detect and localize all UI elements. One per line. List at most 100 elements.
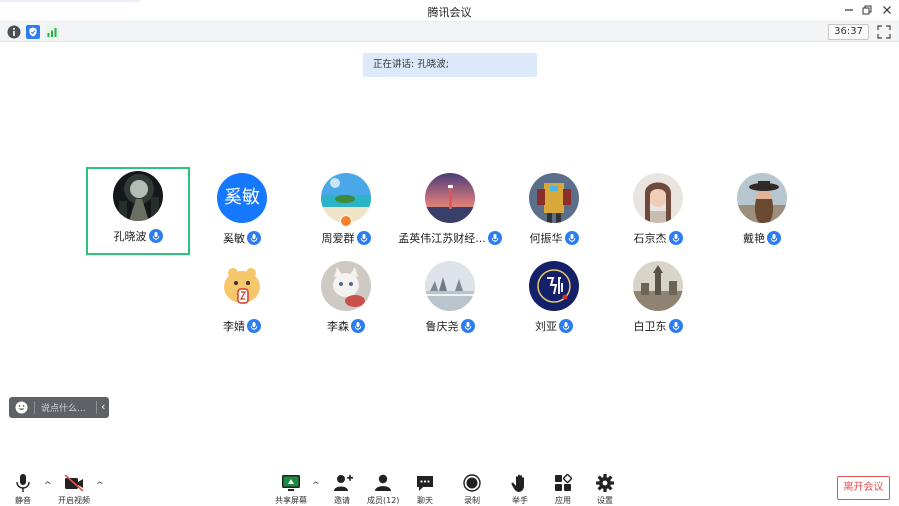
- avatar: [113, 171, 163, 221]
- chat-label: 聊天: [417, 496, 433, 505]
- share-screen-button[interactable]: 共享屏幕: [275, 473, 307, 506]
- share-screen-icon: [282, 475, 300, 491]
- participant-tile[interactable]: 周爱群: [294, 169, 398, 257]
- mute-label: 静音: [15, 496, 31, 505]
- participant-tile[interactable]: 李婧: [190, 257, 294, 345]
- chevron-left-icon[interactable]: ‹: [101, 400, 105, 413]
- participant-tile[interactable]: 何振华: [502, 169, 606, 257]
- divider: [96, 401, 97, 414]
- security-shield-icon[interactable]: [26, 25, 40, 39]
- avatar: [633, 261, 683, 311]
- apps-icon: [555, 473, 573, 491]
- share-screen-label: 共享屏幕: [275, 496, 307, 505]
- raise-hand-icon: [511, 474, 524, 492]
- apps-button[interactable]: 应用: [552, 473, 574, 506]
- window-title: 腾讯会议: [427, 6, 472, 19]
- microphone-icon: [668, 231, 683, 245]
- avatar: [217, 261, 267, 311]
- avatar: [529, 173, 579, 223]
- participant-name: 周爱群: [321, 232, 355, 245]
- participant-name: 李森: [327, 320, 349, 333]
- participant-tile[interactable]: 鲁庆尧: [398, 257, 502, 345]
- participant-tile[interactable]: 孔晓波: [86, 167, 190, 255]
- participant-tile[interactable]: 孟英伟江苏财经...: [397, 169, 503, 257]
- restore-button[interactable]: [858, 2, 876, 20]
- participant-name: 孟英伟江苏财经...: [398, 232, 486, 245]
- mute-button[interactable]: 静音: [12, 473, 34, 506]
- microphone-icon: [487, 231, 502, 245]
- participant-tile[interactable]: 李森: [294, 257, 398, 345]
- avatar: [529, 261, 579, 311]
- microphone-icon: [668, 319, 683, 333]
- avatar: [737, 173, 787, 223]
- participant-name: 石京杰: [633, 232, 667, 245]
- participant-name: 白卫东: [633, 320, 667, 333]
- info-icon[interactable]: [7, 25, 21, 39]
- settings-label: 设置: [597, 496, 613, 505]
- participant-tile[interactable]: 奚敏 奚敏: [190, 169, 294, 257]
- microphone-icon: [564, 231, 579, 245]
- close-icon: [883, 6, 891, 14]
- apps-label: 应用: [555, 496, 571, 505]
- status-bar: 36:37: [0, 22, 899, 42]
- record-button[interactable]: 录制: [461, 473, 483, 506]
- avatar: [633, 173, 683, 223]
- members-button[interactable]: 成员(12): [367, 473, 399, 506]
- speaking-banner: 正在讲话: 孔晓波;: [363, 53, 537, 77]
- microphone-icon: [351, 319, 365, 333]
- chevron-up-icon[interactable]: ^: [312, 481, 320, 491]
- invite-button[interactable]: 邀请: [331, 473, 353, 506]
- participant-tile[interactable]: 石京杰: [606, 169, 710, 257]
- restore-icon: [862, 5, 872, 15]
- participant-tile[interactable]: 白卫东: [606, 257, 710, 345]
- members-label: 成员(12): [367, 496, 400, 505]
- invite-icon: [334, 474, 353, 491]
- participant-tile[interactable]: 戴艳: [710, 169, 814, 257]
- participant-name: 奚敏: [223, 232, 245, 245]
- signal-strength-icon[interactable]: [45, 25, 59, 39]
- minimize-icon: [845, 9, 853, 11]
- invite-label: 邀请: [334, 496, 350, 505]
- title-accent: [0, 0, 140, 2]
- microphone-icon: [460, 319, 475, 333]
- participant-name: 何振华: [529, 232, 563, 245]
- chevron-up-icon[interactable]: ^: [96, 481, 104, 491]
- participant-tile[interactable]: 刘亚: [502, 257, 606, 345]
- avatar: [425, 261, 475, 311]
- chat-icon: [417, 476, 433, 491]
- record-label: 录制: [464, 496, 480, 505]
- start-video-button[interactable]: 开启视频: [58, 473, 90, 506]
- meeting-timer: 36:37: [828, 24, 869, 40]
- participant-name: 李婧: [223, 320, 245, 333]
- leave-meeting-button[interactable]: 离开会议: [837, 476, 890, 500]
- title-bar: 腾讯会议: [0, 0, 899, 22]
- microphone-icon: [247, 231, 261, 245]
- raise-hand-label: 举手: [512, 496, 528, 505]
- settings-button[interactable]: 设置: [594, 473, 616, 506]
- microphone-icon: [16, 474, 30, 492]
- avatar: [321, 261, 371, 311]
- chat-button[interactable]: 聊天: [414, 473, 436, 506]
- divider: [34, 401, 35, 414]
- microphone-icon: [559, 319, 573, 333]
- chat-input-bar[interactable]: 说点什么... ‹: [9, 397, 109, 418]
- close-button[interactable]: [878, 2, 896, 20]
- fullscreen-icon[interactable]: [877, 25, 891, 39]
- gear-icon: [596, 474, 614, 492]
- participant-name: 鲁庆尧: [425, 320, 459, 333]
- participant-name: 刘亚: [535, 320, 557, 333]
- microphone-icon: [767, 231, 781, 245]
- host-badge-icon: [340, 215, 352, 227]
- chat-placeholder[interactable]: 说点什么...: [41, 401, 86, 414]
- chevron-up-icon[interactable]: ^: [44, 481, 52, 491]
- meeting-toolbar: 静音 ^ 开启视频 ^ 共享屏幕 ^ 邀请 成员(12) 聊天 录制 举手 应用…: [0, 466, 899, 506]
- avatar-initials: 奚敏: [217, 173, 267, 223]
- microphone-icon: [148, 229, 163, 243]
- raise-hand-button[interactable]: 举手: [509, 473, 531, 506]
- emoji-icon[interactable]: [15, 401, 28, 414]
- avatar: [425, 173, 475, 223]
- minimize-button[interactable]: [840, 2, 858, 20]
- participant-name: 孔晓波: [113, 230, 147, 243]
- microphone-icon: [356, 231, 371, 245]
- participant-name: 戴艳: [743, 232, 765, 245]
